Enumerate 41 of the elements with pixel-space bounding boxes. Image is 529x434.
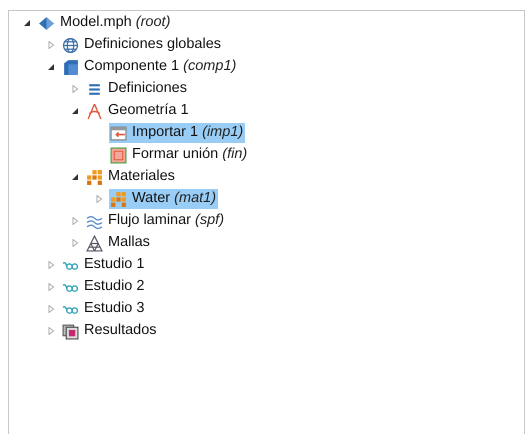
- compass-icon: [86, 102, 103, 120]
- glasses-icon: [62, 282, 79, 292]
- diamond-icon: [38, 14, 55, 32]
- expand-arrow-icon[interactable]: [95, 195, 103, 203]
- tree-item[interactable]: Mallas: [85, 233, 152, 253]
- expand-arrow-icon[interactable]: [47, 283, 55, 291]
- collapse-arrow-icon[interactable]: [23, 19, 31, 27]
- results-icon: [62, 322, 79, 340]
- collapse-arrow-icon[interactable]: [47, 63, 55, 71]
- glasses-icon: [62, 260, 79, 270]
- tree-item[interactable]: Estudio 3: [61, 299, 146, 319]
- union-icon: [110, 146, 127, 164]
- globe-icon: [62, 36, 79, 54]
- grid-icon: [110, 190, 127, 208]
- tree-item[interactable]: Materiales: [85, 167, 177, 187]
- tree-item[interactable]: Definiciones globales: [61, 35, 224, 55]
- tree-item[interactable]: Estudio 1: [61, 255, 146, 275]
- tree-item[interactable]: Componente 1 (comp1): [61, 57, 238, 77]
- import-icon: [110, 124, 127, 142]
- tree-item[interactable]: Formar unión (fin): [109, 145, 250, 165]
- expand-arrow-icon[interactable]: [71, 239, 79, 247]
- tree-item[interactable]: Resultados: [61, 321, 159, 341]
- grid-icon: [86, 168, 103, 186]
- tree-item[interactable]: Definiciones: [85, 79, 189, 99]
- collapse-arrow-icon[interactable]: [71, 173, 79, 181]
- tree-item[interactable]: Water (mat1): [109, 189, 218, 209]
- tree-item[interactable]: Importar 1 (imp1): [109, 123, 246, 143]
- tree-item[interactable]: Geometría 1: [85, 101, 191, 121]
- expand-arrow-icon[interactable]: [47, 41, 55, 49]
- tree-item[interactable]: Flujo laminar (spf): [85, 211, 226, 231]
- tree-item[interactable]: Estudio 2: [61, 277, 146, 297]
- glasses-icon: [62, 304, 79, 314]
- expand-arrow-icon[interactable]: [71, 85, 79, 93]
- expand-arrow-icon[interactable]: [47, 305, 55, 313]
- expand-arrow-icon[interactable]: [47, 261, 55, 269]
- cube-icon: [62, 58, 79, 76]
- tree-item[interactable]: Model.mph (root): [37, 13, 172, 33]
- expand-arrow-icon[interactable]: [47, 327, 55, 335]
- collapse-arrow-icon[interactable]: [71, 107, 79, 115]
- mesh-icon: [86, 234, 103, 252]
- expand-arrow-icon[interactable]: [71, 217, 79, 225]
